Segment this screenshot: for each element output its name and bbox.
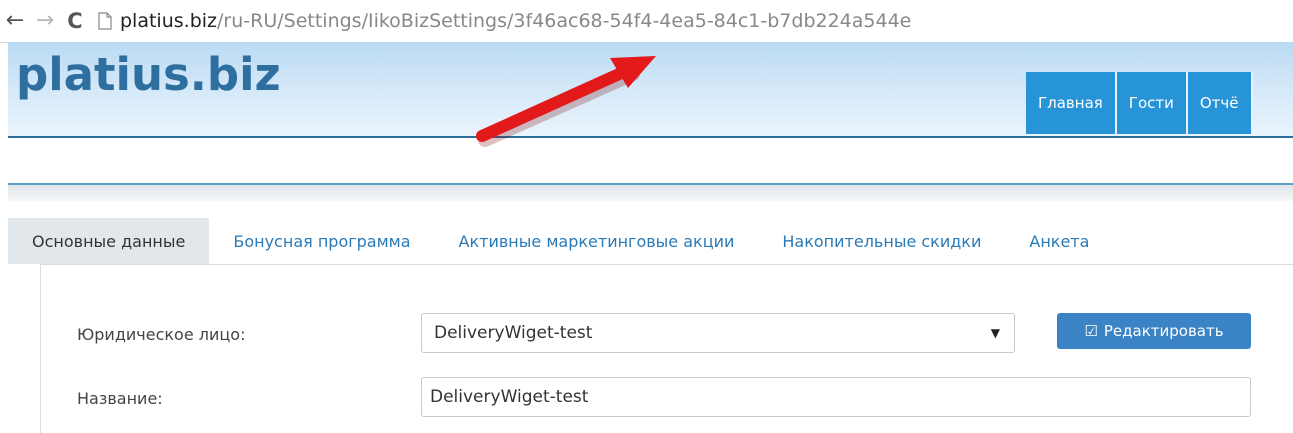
back-arrow-icon[interactable]: ← — [0, 10, 30, 32]
name-label: Название: — [77, 389, 163, 408]
page-icon — [98, 12, 112, 30]
legal-entity-select[interactable]: DeliveryWiget-test ▼ — [421, 313, 1015, 353]
annotation-arrow-icon — [476, 56, 656, 147]
tab-questionnaire[interactable]: Анкета — [1005, 218, 1113, 264]
url-text: platius.biz/ru-RU/Settings/IikoBizSettin… — [120, 10, 911, 32]
legal-entity-label: Юридическое лицо: — [77, 325, 246, 344]
edit-icon: ☑ — [1084, 322, 1098, 340]
chevron-down-icon: ▼ — [990, 326, 1000, 340]
edit-button[interactable]: ☑ Редактировать — [1057, 313, 1251, 349]
basic-data-panel: Юридическое лицо: DeliveryWiget-test ▼ ☑… — [40, 264, 1293, 433]
browser-address-bar: ← → C platius.biz/ru-RU/Settings/IikoBiz… — [0, 0, 1293, 43]
url-path: /ru-RU/Settings/IikoBizSettings/3f46ac68… — [217, 10, 912, 32]
nav-item-reports[interactable]: Отчё — [1187, 72, 1253, 134]
nav-item-guests[interactable]: Гости — [1116, 72, 1188, 134]
url-host: platius.biz — [120, 10, 218, 32]
name-value: DeliveryWiget-test — [430, 387, 589, 407]
tab-marketing-promotions[interactable]: Активные маркетинговые акции — [435, 218, 759, 264]
settings-tabs: Основные данные Бонусная программа Актив… — [8, 218, 1293, 264]
tab-bonus-program[interactable]: Бонусная программа — [209, 218, 434, 264]
tab-cumulative-discounts[interactable]: Накопительные скидки — [758, 218, 1005, 264]
edit-button-label: Редактировать — [1103, 322, 1224, 340]
reload-icon[interactable]: C — [60, 10, 90, 32]
header-divider — [8, 183, 1293, 201]
legal-entity-value: DeliveryWiget-test — [434, 323, 593, 343]
forward-arrow-icon[interactable]: → — [30, 10, 60, 32]
top-navigation: Главная Гости Отчё — [1026, 72, 1253, 134]
nav-item-main[interactable]: Главная — [1026, 72, 1117, 134]
site-logo[interactable]: platius.biz — [16, 48, 281, 101]
url-field[interactable]: platius.biz/ru-RU/Settings/IikoBizSettin… — [98, 4, 911, 38]
name-input[interactable]: DeliveryWiget-test — [421, 377, 1251, 417]
tab-basic-data[interactable]: Основные данные — [8, 218, 210, 264]
